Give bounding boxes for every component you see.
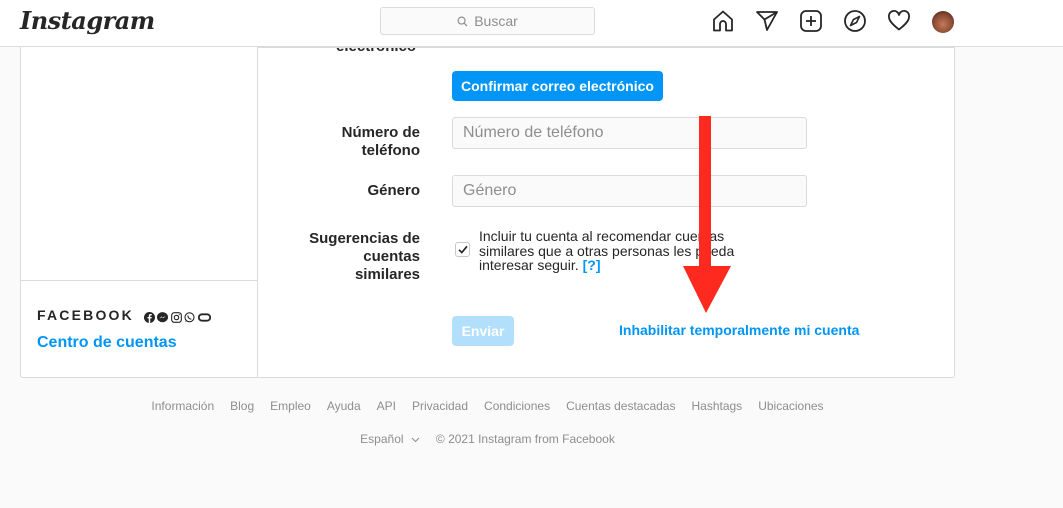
phone-number-input[interactable] [452,117,807,149]
submit-button[interactable]: Enviar [452,316,514,346]
instagram-icon [171,310,182,323]
checkmark-icon [457,245,468,254]
facebook-brand: FACEBOOK [37,307,213,323]
facebook-icon [143,310,155,323]
similar-accounts-label-line3: similares [354,266,420,283]
gender-label: Género [367,182,420,199]
similar-accounts-label-line2: cuentas [363,248,420,265]
home-icon[interactable] [711,9,735,33]
new-post-icon[interactable] [799,9,823,33]
oculus-icon [197,310,212,322]
phone-label: Número de teléfono [300,124,420,160]
search-box[interactable]: Buscar [380,7,595,35]
footer-link-ubicaciones[interactable]: Ubicaciones [758,399,823,413]
footer-bottom: Español © 2021 Instagram from Facebook [0,432,975,446]
language-selector[interactable]: Español [360,432,420,446]
instagram-logo[interactable]: Instagram [20,6,155,35]
help-link[interactable]: [?] [583,257,601,273]
avatar-image [932,10,954,33]
footer-link-api[interactable]: API [377,399,396,413]
footer-link-hashtags[interactable]: Hashtags [691,399,742,413]
activity-heart-icon[interactable] [887,9,911,33]
top-nav-bar: Instagram Buscar [0,0,1063,47]
disable-account-link[interactable]: Inhabilitar temporalmente mi cuenta [619,322,859,338]
profile-avatar[interactable] [931,9,955,33]
similar-accounts-label: Sugerencias de cuentas similares [280,230,420,284]
footer-link-ayuda[interactable]: Ayuda [327,399,361,413]
accounts-center-link[interactable]: Centro de cuentas [37,334,177,352]
footer-link-condiciones[interactable]: Condiciones [484,399,550,413]
footer-link-blog[interactable]: Blog [230,399,254,413]
explore-icon[interactable] [843,9,867,33]
footer-link-informacion[interactable]: Información [151,399,214,413]
language-label: Español [360,432,404,446]
search-placeholder: Buscar [474,13,518,29]
chevron-down-icon [411,437,420,443]
nav-icons [711,9,975,33]
whatsapp-icon [184,310,195,322]
similar-accounts-label-line1: Sugerencias de [309,230,420,247]
phone-label-line2: teléfono [361,142,420,159]
header-divider [258,47,954,48]
search-icon [457,16,468,27]
gender-input[interactable] [452,175,807,207]
copyright: © 2021 Instagram from Facebook [435,432,615,446]
messenger-icon [157,310,169,322]
facebook-section: FACEBOOK Centro de cuentas [21,280,257,377]
footer-links: Información Blog Empleo Ayuda API Privac… [0,399,975,413]
footer-link-empleo[interactable]: Empleo [270,399,311,413]
phone-label-line1: Número de [341,124,420,141]
similar-accounts-description: Incluir tu cuenta al recomendar cuentas … [479,229,779,273]
similar-accounts-text: Incluir tu cuenta al recomendar cuentas … [479,228,735,273]
facebook-family-icons [143,310,214,323]
footer-link-privacidad[interactable]: Privacidad [412,399,468,413]
footer-link-cuentas-destacadas[interactable]: Cuentas destacadas [566,399,675,413]
facebook-label: FACEBOOK [37,307,134,323]
confirm-email-button[interactable]: Confirmar correo electrónico [452,71,663,101]
settings-sidebar: FACEBOOK Centro de cuentas [21,47,258,377]
direct-message-icon[interactable] [755,9,779,33]
similar-accounts-checkbox[interactable] [455,242,470,257]
